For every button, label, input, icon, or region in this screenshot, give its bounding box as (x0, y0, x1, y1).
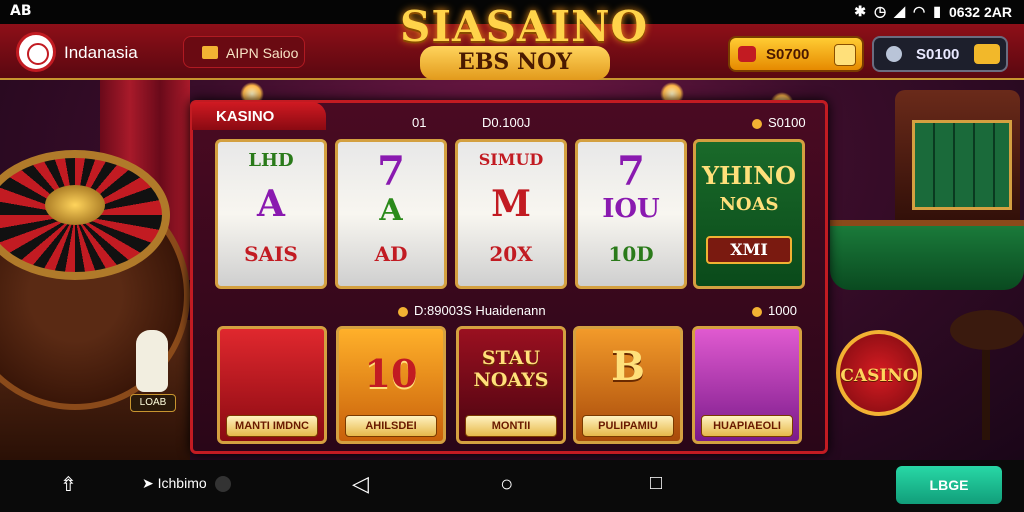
arrow-icon: ➤ (142, 475, 154, 491)
game-card[interactable]: 10 AHILSDEI (336, 326, 446, 444)
brand-name: Indanasia (64, 43, 138, 62)
roulette-hub (45, 185, 105, 225)
home-circle-icon[interactable]: ○ (500, 471, 513, 497)
card-artwork: STAU NOAYS (473, 347, 549, 391)
promo-button[interactable]: AIPN Saioo (183, 36, 305, 68)
reel-bottom-symbol: 20X (489, 242, 533, 266)
slot-reel[interactable]: LHD A SAIS (215, 139, 327, 289)
coin-icon (752, 306, 762, 317)
row2-center-info: D:89003S Huaidenann (398, 303, 546, 318)
game-card[interactable]: B PULIPAMIU (573, 326, 683, 444)
signal-icon: ◢ (894, 3, 906, 19)
mascot-tag: LOAB (130, 394, 176, 412)
game-card[interactable]: HUAPIAEOLI (692, 326, 802, 444)
card-artwork: B (611, 343, 645, 390)
reel-top-symbol: SIMUD (478, 150, 544, 169)
card-label: PULIPAMIU (582, 415, 674, 437)
stool-leg (982, 340, 990, 440)
deposit-icon (974, 44, 1000, 64)
reel-top-symbol: YHINO (702, 161, 796, 190)
game-card[interactable]: STAU NOAYS MONTII (456, 326, 566, 444)
card-artwork (220, 329, 324, 411)
row1-center-info: D0.100J (482, 115, 531, 130)
wallet-icon (886, 46, 902, 62)
reel-top-symbol: 7 (617, 148, 645, 195)
back-icon[interactable]: ◁ (352, 471, 369, 497)
reel-mid-symbol: NOAS (719, 194, 779, 215)
game-card[interactable]: MANTI IMDNC (217, 326, 327, 444)
coins-button[interactable]: S0700 (728, 36, 864, 72)
casino-badge[interactable]: CASINO (836, 330, 922, 416)
reel-bottom-symbol: 10D (608, 242, 654, 266)
reel-mid-symbol: A (379, 193, 403, 228)
reel-top-symbol: LHD (248, 150, 294, 171)
home-icon[interactable]: ⇮ (60, 472, 77, 497)
recents-icon[interactable]: □ (650, 472, 662, 495)
status-left-icon: AB (10, 3, 32, 19)
dot-icon (214, 476, 231, 493)
row2-right-info: 1000 (752, 303, 797, 318)
app-shortcut[interactable]: ➤ Ichbimo (142, 475, 231, 493)
action-button[interactable]: LBGE (896, 466, 1002, 504)
coin-icon (752, 118, 762, 129)
card-label: AHILSDEI (345, 415, 437, 437)
slot-reel[interactable]: SIMUD M 20X (455, 139, 567, 289)
card-label: HUAPIAEOLI (701, 415, 793, 437)
reel-mid-symbol: IOU (602, 194, 660, 224)
game-title: SIASAINO (400, 2, 649, 51)
slot-reel[interactable]: 7 A AD (335, 139, 447, 289)
mascot-dog (136, 330, 168, 392)
card-label: MANTI IMDNC (226, 415, 318, 437)
reel-mid-symbol: M (491, 183, 531, 225)
brand-logo[interactable] (16, 32, 56, 72)
battery-icon: ▮ (933, 3, 941, 19)
balance-button[interactable]: S0100 (872, 36, 1008, 72)
row1-left-info: 01 (412, 115, 427, 130)
slot-reel-bonus[interactable]: YHINO NOAS XMI (693, 139, 805, 289)
navigation-bar: ⇮ ➤ Ichbimo ◁ ○ □ LBGE (0, 460, 1024, 512)
row1-right-info: S0100 (752, 115, 806, 130)
card-label: MONTII (465, 415, 557, 437)
reel-bottom-symbol: XMI (706, 236, 792, 264)
reel-bottom-symbol: SAIS (244, 242, 298, 266)
poker-table (830, 220, 1024, 290)
clock: 0632 2AR (948, 3, 1012, 20)
reel-bottom-symbol: AD (374, 242, 408, 266)
alarm-icon: ◷ (874, 3, 887, 19)
bluetooth-icon: ✱ (854, 3, 867, 19)
card-artwork (695, 329, 799, 411)
reel-mid-symbol: A (257, 183, 285, 225)
add-coins-icon (834, 44, 856, 66)
slot-reel[interactable]: 7 IOU 10D (575, 139, 687, 289)
game-subtitle: EBS NOY (420, 46, 610, 80)
bar-stool (950, 310, 1024, 350)
coin-icon (398, 306, 408, 317)
coin-icon (738, 46, 756, 62)
slot-machine-screen (912, 120, 1012, 210)
reel-top-symbol: 7 (377, 148, 405, 195)
gift-icon (202, 46, 218, 59)
tab-kasino[interactable]: KASINO (192, 102, 326, 130)
wifi-icon: ◠ (913, 3, 926, 19)
card-artwork: 10 (364, 351, 418, 396)
